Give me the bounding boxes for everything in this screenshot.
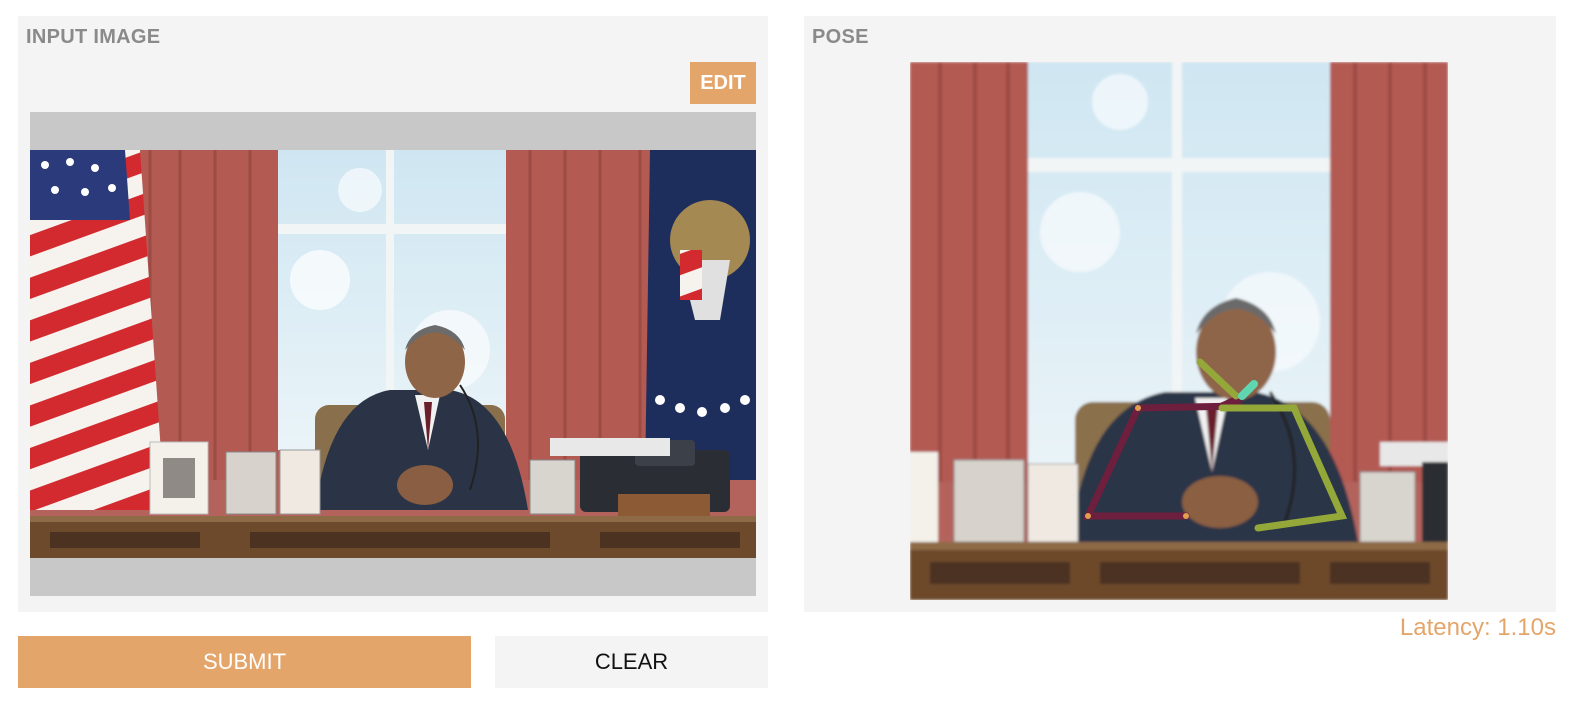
- input-image-frame: [30, 112, 756, 596]
- pose-panel: POSE: [804, 16, 1556, 612]
- left-curtain: [910, 62, 1028, 482]
- input-image: [30, 150, 756, 558]
- latency-readout: Latency: 1.10s: [1399, 614, 1556, 641]
- clear-button[interactable]: CLEAR: [495, 636, 768, 688]
- input-photo-illustration: [30, 150, 756, 558]
- pose-image: [910, 62, 1448, 600]
- input-image-panel: INPUT IMAGE EDIT: [18, 16, 768, 612]
- pose-photo-illustration: [910, 62, 1448, 600]
- left-elbow-joint: [1085, 513, 1091, 519]
- left-shoulder-joint: [1135, 405, 1141, 411]
- edit-button[interactable]: EDIT: [690, 62, 756, 104]
- pose-panel-title: POSE: [812, 26, 869, 48]
- left-wrist-joint: [1183, 513, 1189, 519]
- input-panel-title: INPUT IMAGE: [26, 26, 161, 48]
- submit-button[interactable]: SUBMIT: [18, 636, 471, 688]
